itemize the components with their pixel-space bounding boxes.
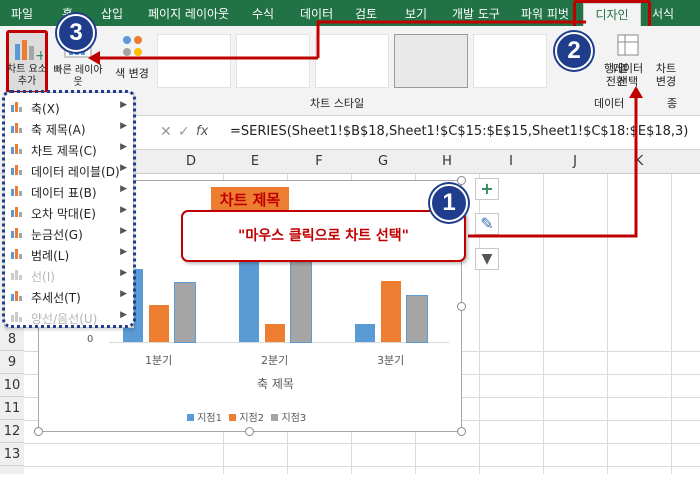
arrow-design-to-ribbon	[316, 20, 586, 58]
arrow-head	[629, 86, 643, 98]
annotation-arrows	[88, 20, 643, 238]
arrow-to-design-tab	[468, 96, 638, 238]
arrow-head	[88, 51, 100, 65]
